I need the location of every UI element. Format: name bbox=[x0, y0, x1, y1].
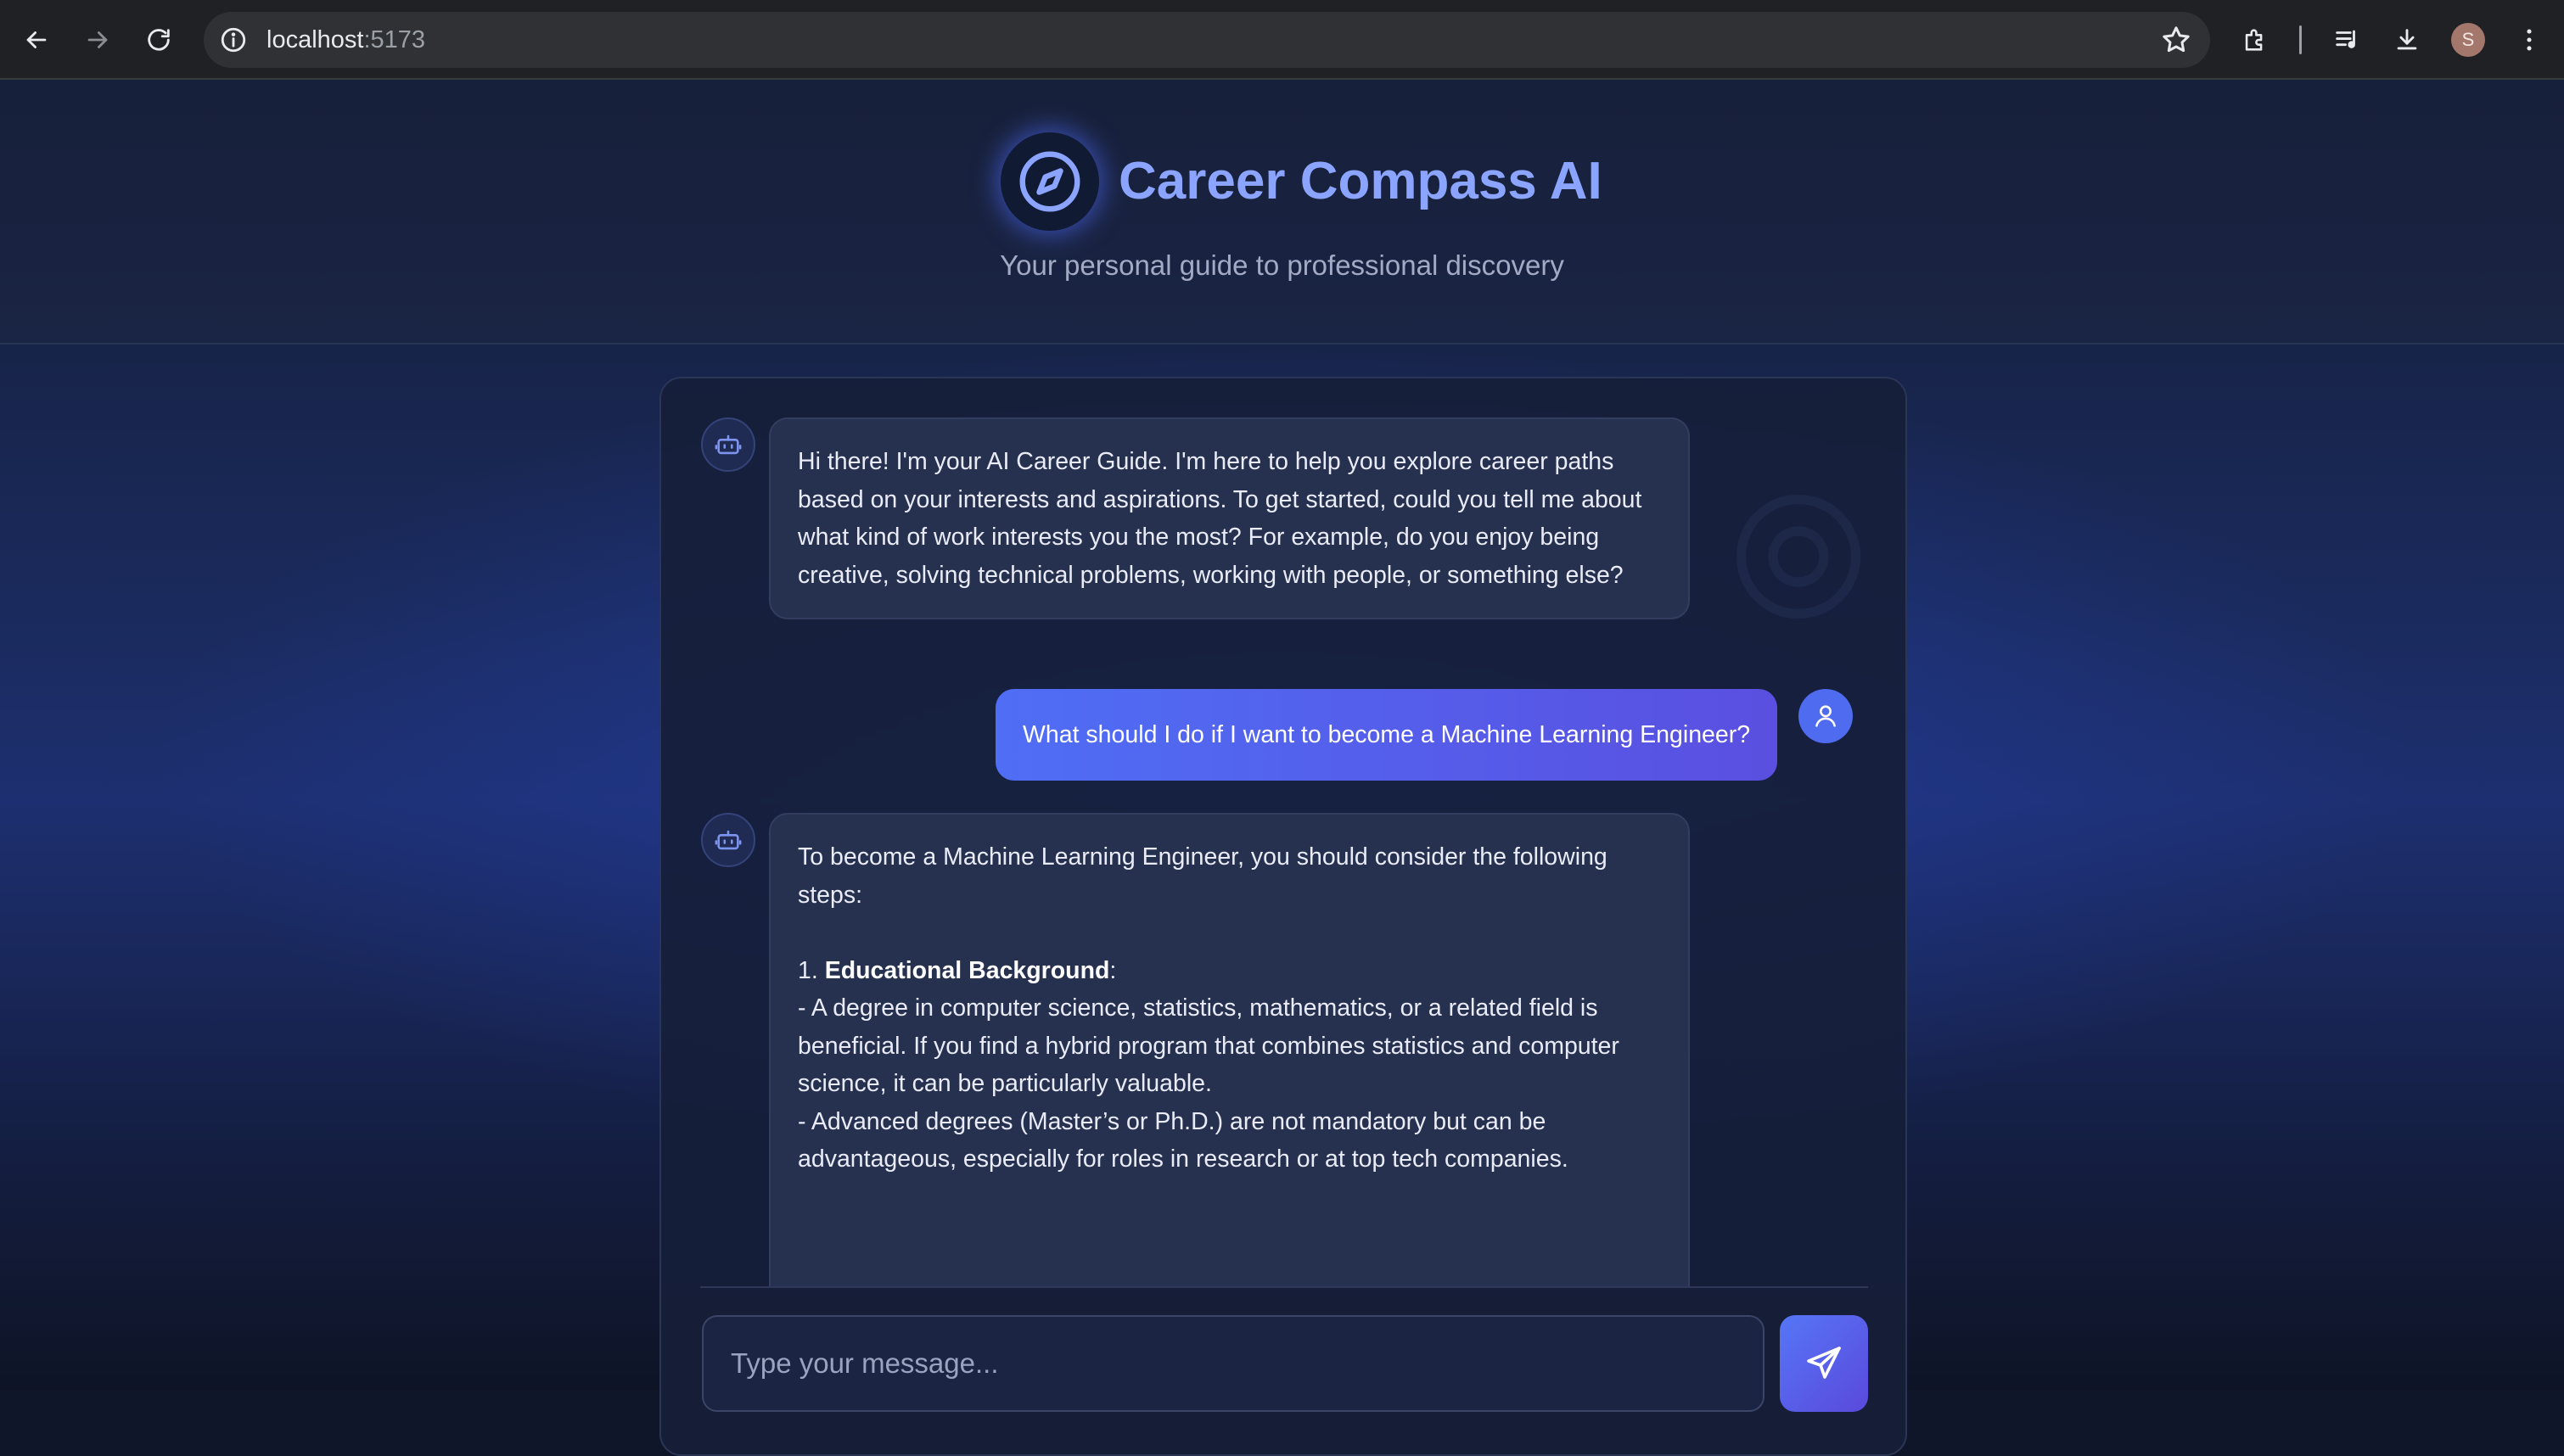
app-subtitle: Your personal guide to professional disc… bbox=[1000, 249, 1564, 281]
url-port: :5173 bbox=[363, 26, 426, 53]
bot-message: To become a Machine Learning Engineer, y… bbox=[769, 813, 1690, 1288]
media-controls-button[interactable] bbox=[2326, 19, 2368, 61]
chat-panel: Hi there! I'm your AI Career Guide. I'm … bbox=[659, 377, 1907, 1456]
profile-avatar[interactable]: S bbox=[2451, 23, 2485, 57]
user-message: What should I do if I want to become a M… bbox=[996, 689, 1778, 781]
bot-message-text: Hi there! I'm your AI Career Guide. I'm … bbox=[798, 448, 1642, 589]
arrow-right-icon bbox=[87, 31, 108, 48]
bot-icon bbox=[715, 434, 742, 455]
bot-avatar bbox=[701, 417, 755, 472]
step-colon: : bbox=[1109, 956, 1117, 984]
url-host: localhost bbox=[266, 26, 364, 53]
bot-message: Hi there! I'm your AI Career Guide. I'm … bbox=[769, 417, 1690, 619]
user-icon bbox=[1815, 705, 1836, 727]
queue-music-icon bbox=[2336, 30, 2355, 48]
message-list[interactable]: Hi there! I'm your AI Career Guide. I'm … bbox=[661, 378, 1905, 1288]
address-bar[interactable]: localhost:5173 bbox=[204, 12, 2210, 68]
step-title: Educational Background bbox=[824, 956, 1110, 984]
input-divider bbox=[700, 1286, 1868, 1288]
extensions-button[interactable] bbox=[2234, 19, 2276, 61]
downloads-button[interactable] bbox=[2386, 19, 2428, 61]
bot-icon bbox=[715, 830, 742, 850]
download-icon bbox=[2397, 29, 2417, 50]
message-input[interactable] bbox=[702, 1315, 1765, 1412]
puzzle-icon bbox=[2245, 29, 2263, 51]
reload-button[interactable] bbox=[137, 19, 180, 61]
arrow-left-icon bbox=[26, 31, 47, 48]
more-vert-icon bbox=[2527, 29, 2532, 51]
send-icon bbox=[1807, 1347, 1841, 1379]
compass-icon bbox=[1019, 151, 1080, 212]
toolbar-divider bbox=[2299, 25, 2302, 54]
back-button[interactable] bbox=[15, 19, 58, 61]
forward-button[interactable] bbox=[76, 19, 119, 61]
reload-icon bbox=[148, 29, 170, 51]
step-heading: 1. Educational Background: bbox=[798, 952, 1661, 990]
bot-message-intro: To become a Machine Learning Engineer, y… bbox=[798, 843, 1607, 909]
step-bullet: - Advanced degrees (Master’s or Ph.D.) a… bbox=[798, 1107, 1568, 1173]
menu-button[interactable] bbox=[2508, 19, 2550, 61]
app-header: Career Compass AI Your personal guide to… bbox=[0, 80, 2564, 344]
send-button[interactable] bbox=[1780, 1315, 1868, 1412]
step-number: 1. bbox=[798, 956, 818, 984]
app-title: Career Compass AI bbox=[1119, 152, 1602, 210]
url-text[interactable]: localhost:5173 bbox=[266, 12, 425, 68]
bot-avatar bbox=[701, 813, 755, 867]
site-info-icon[interactable] bbox=[219, 25, 248, 54]
user-avatar bbox=[1798, 689, 1853, 743]
app-root: Career Compass AI Your personal guide to… bbox=[0, 80, 2564, 1456]
bookmark-star-icon[interactable] bbox=[2159, 23, 2193, 57]
step-bullet: - A degree in computer science, statisti… bbox=[798, 994, 1619, 1097]
compass-logo bbox=[1001, 132, 1099, 231]
browser-toolbar: localhost:5173 S bbox=[0, 0, 2564, 80]
